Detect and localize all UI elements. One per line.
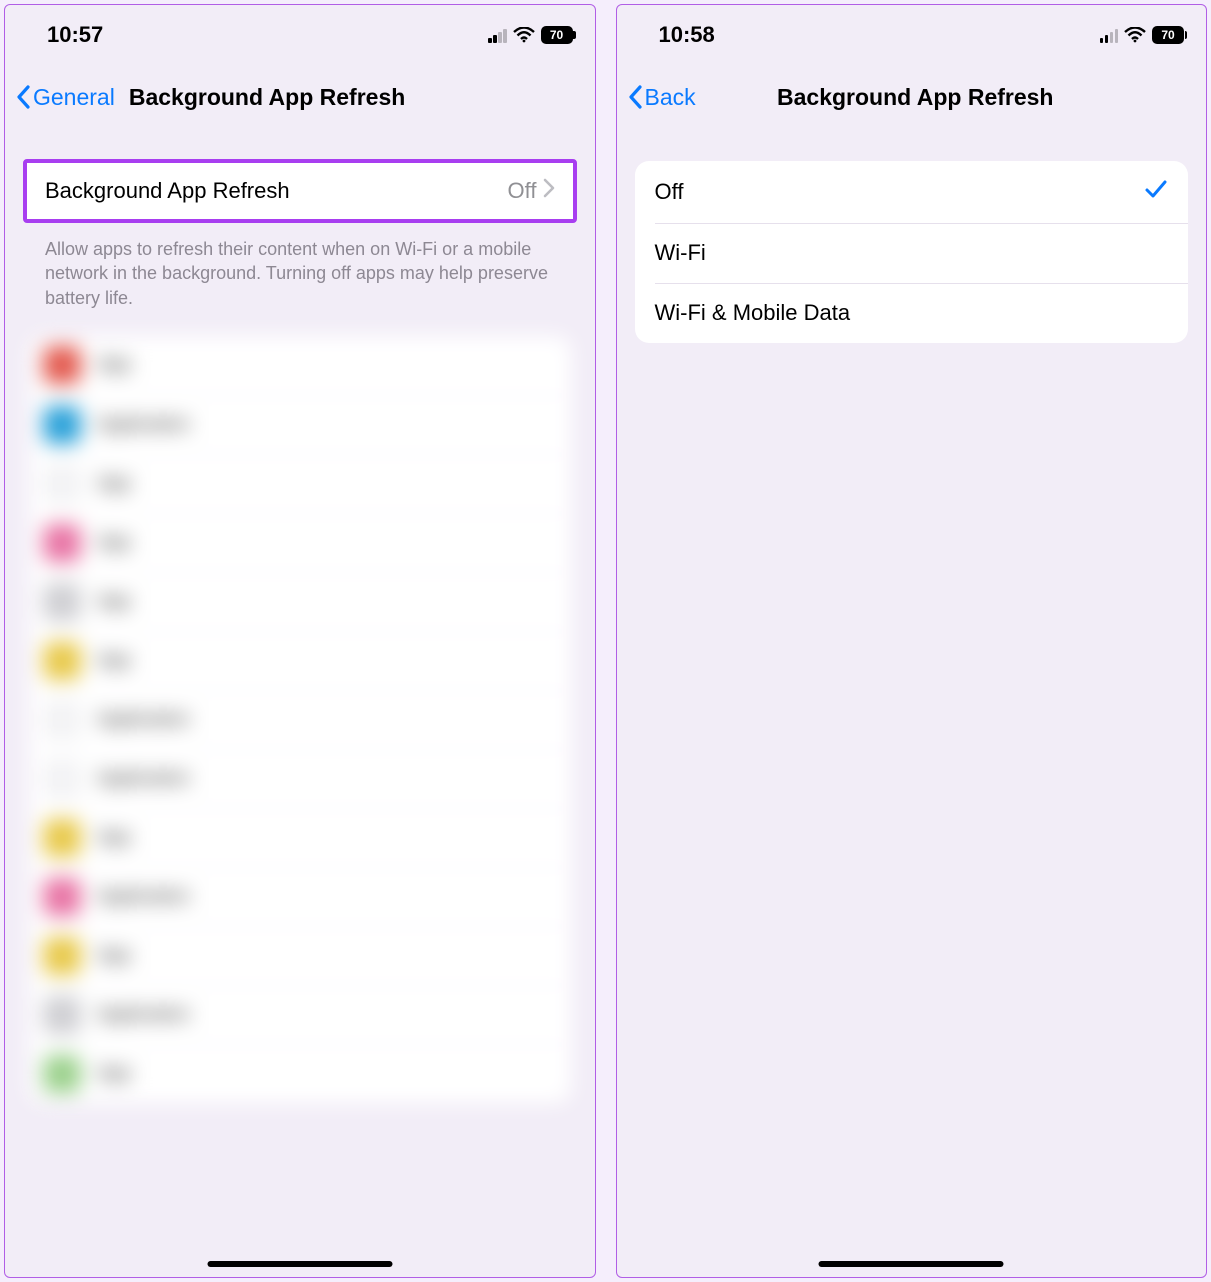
battery-icon: 70 — [1152, 26, 1184, 44]
options-group: Off Wi-Fi Wi-Fi & Mobile Data — [635, 161, 1189, 343]
section-footer: Allow apps to refresh their content when… — [5, 223, 595, 310]
status-bar: 10:58 70 — [617, 5, 1207, 59]
chevron-left-icon — [15, 83, 33, 111]
page-title: Background App Refresh — [625, 84, 1207, 111]
back-label: Back — [645, 84, 696, 111]
back-button[interactable]: Back — [627, 83, 696, 111]
chevron-left-icon — [627, 83, 645, 111]
status-time: 10:57 — [47, 22, 103, 48]
back-label: General — [33, 84, 115, 111]
bar-settings-row[interactable]: Background App Refresh Off — [27, 163, 573, 219]
row-value: Off — [508, 178, 537, 204]
phone-left: 10:57 70 General Background App Refresh … — [4, 4, 596, 1278]
chevron-right-icon — [543, 178, 555, 204]
cellular-icon — [488, 28, 507, 43]
option-wifi-mobile[interactable]: Wi-Fi & Mobile Data — [635, 283, 1189, 343]
row-label: Background App Refresh — [45, 178, 508, 204]
option-label: Off — [655, 179, 1145, 205]
status-icons: 70 — [488, 26, 573, 44]
highlighted-row: Background App Refresh Off — [23, 159, 577, 223]
status-icons: 70 — [1100, 26, 1185, 44]
back-button[interactable]: General — [15, 83, 115, 111]
battery-level: 70 — [1161, 28, 1174, 42]
option-label: Wi-Fi & Mobile Data — [655, 300, 1169, 326]
option-label: Wi-Fi — [655, 240, 1169, 266]
status-time: 10:58 — [659, 22, 715, 48]
home-indicator[interactable] — [819, 1261, 1004, 1267]
battery-level: 70 — [550, 28, 563, 42]
status-bar: 10:57 70 — [5, 5, 595, 59]
nav-header: Back Background App Refresh — [617, 59, 1207, 121]
option-wifi[interactable]: Wi-Fi — [635, 223, 1189, 283]
page-title: Background App Refresh — [129, 84, 405, 111]
app-list-blurred: App Application App App App App Applicat… — [29, 336, 571, 1103]
checkmark-icon — [1144, 178, 1168, 206]
phone-right: 10:58 70 Back Background App Refresh Off… — [616, 4, 1208, 1278]
battery-icon: 70 — [541, 26, 573, 44]
wifi-icon — [513, 27, 535, 43]
option-off[interactable]: Off — [635, 161, 1189, 223]
nav-header: General Background App Refresh — [5, 59, 595, 121]
home-indicator[interactable] — [207, 1261, 392, 1267]
cellular-icon — [1100, 28, 1119, 43]
wifi-icon — [1124, 27, 1146, 43]
